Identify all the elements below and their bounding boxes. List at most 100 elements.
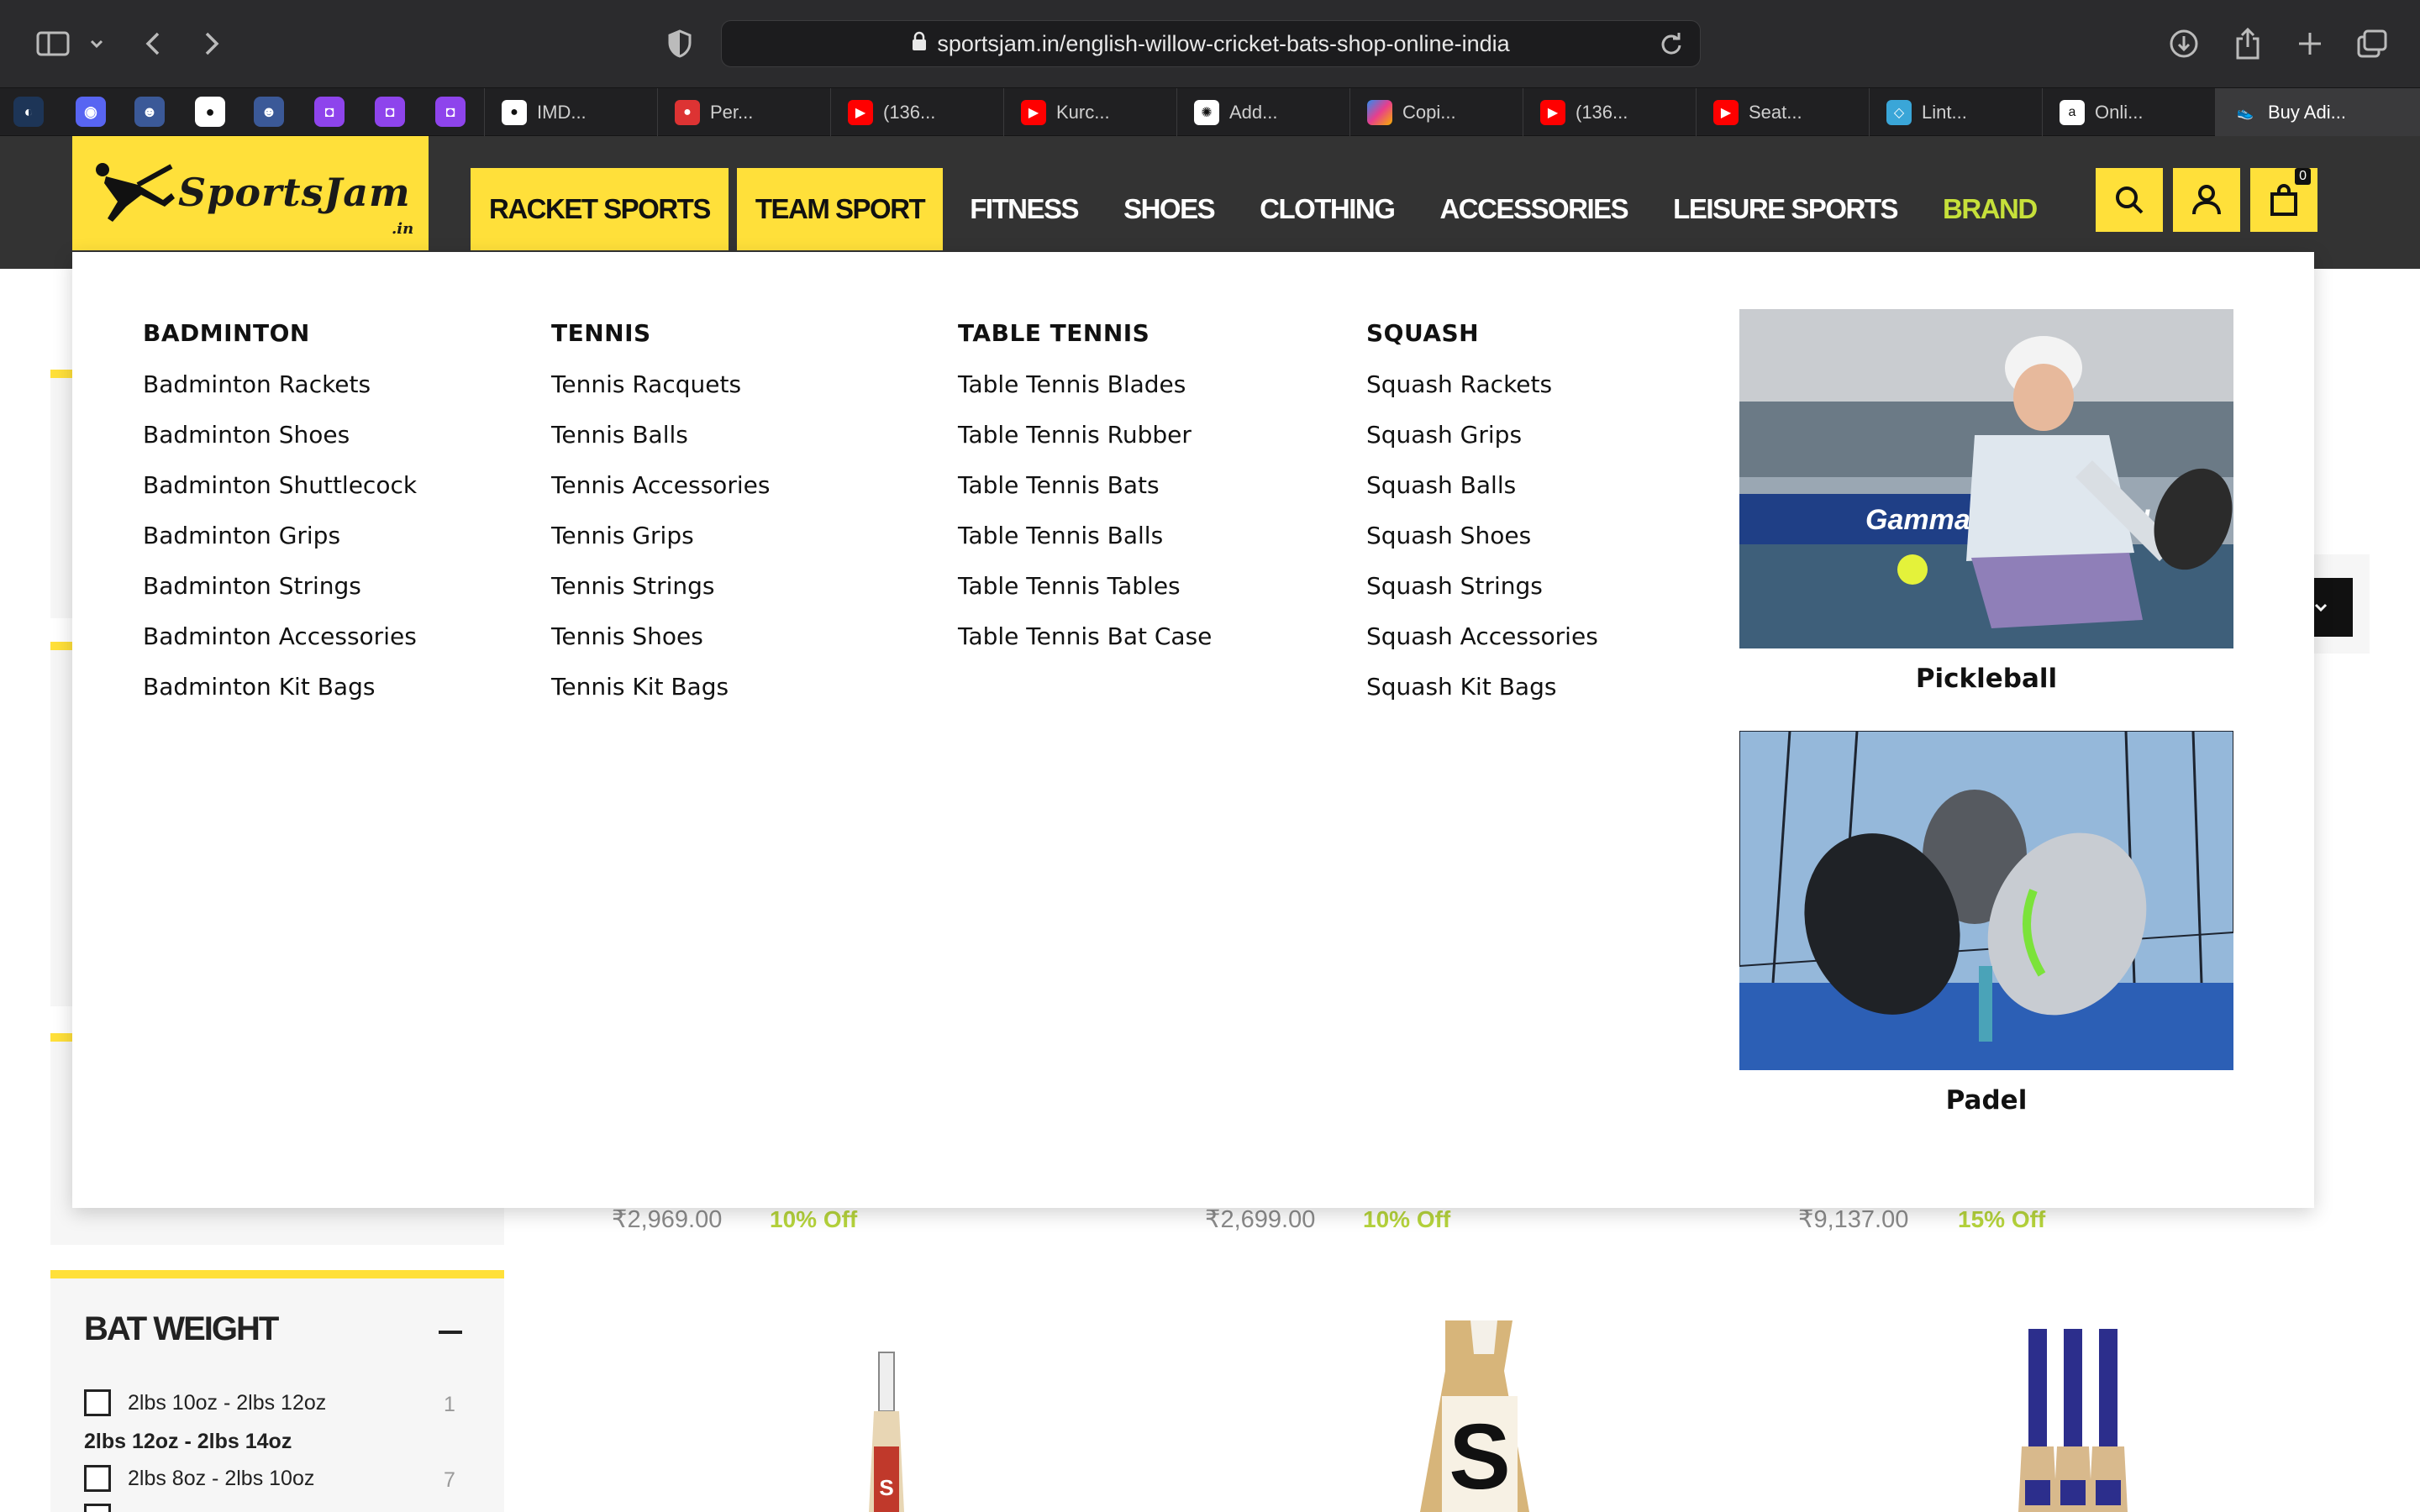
- cart-button[interactable]: 0: [2250, 168, 2317, 232]
- product-image[interactable]: [1870, 1320, 2274, 1512]
- menu-link[interactable]: Badminton Accessories: [143, 622, 417, 672]
- checkbox[interactable]: [84, 1465, 111, 1492]
- pinned-tab-3[interactable]: ☻: [134, 97, 165, 127]
- pinned-tab-7[interactable]: ◘: [375, 97, 405, 127]
- pinned-tab-4[interactable]: ●: [195, 97, 225, 127]
- menu-column-table-tennis: TABLE TENNIS Table Tennis Blades Table T…: [958, 319, 1212, 672]
- menu-link[interactable]: Table Tennis Tables: [958, 571, 1212, 622]
- nav-shoes[interactable]: SHOES: [1105, 168, 1233, 250]
- menu-link[interactable]: Table Tennis Bat Case: [958, 622, 1212, 672]
- browser-tab[interactable]: ● Per...: [657, 88, 830, 137]
- browser-tab[interactable]: ✺ Add...: [1176, 88, 1349, 137]
- menu-link[interactable]: Squash Balls: [1366, 470, 1598, 521]
- site-logo[interactable]: SportsJam .in: [72, 136, 429, 250]
- nav-accessories[interactable]: ACCESSORIES: [1421, 168, 1646, 250]
- collapse-icon[interactable]: [439, 1331, 462, 1334]
- browser-tab[interactable]: ● IMD...: [484, 88, 657, 137]
- menu-link[interactable]: Badminton Shuttlecock: [143, 470, 417, 521]
- menu-link[interactable]: Squash Shoes: [1366, 521, 1598, 571]
- menu-link[interactable]: Squash Kit Bags: [1366, 672, 1598, 722]
- account-button[interactable]: [2173, 168, 2240, 232]
- browser-tab[interactable]: ◇ Lint...: [1869, 88, 2042, 137]
- product-image[interactable]: S: [1277, 1320, 1681, 1512]
- menu-link[interactable]: Squash Strings: [1366, 571, 1598, 622]
- nav-brand[interactable]: BRAND: [1924, 168, 2055, 250]
- pinned-tab-1[interactable]: ◐: [13, 97, 44, 127]
- new-tab-icon[interactable]: [2291, 25, 2329, 62]
- menu-link[interactable]: Tennis Racquets: [551, 370, 770, 420]
- menu-link[interactable]: Tennis Grips: [551, 521, 770, 571]
- menu-heading[interactable]: SQUASH: [1366, 319, 1598, 349]
- filter-count: 1: [444, 1393, 455, 1416]
- filter-option[interactable]: [84, 1504, 128, 1512]
- menu-link[interactable]: Table Tennis Rubber: [958, 420, 1212, 470]
- menu-link[interactable]: Badminton Grips: [143, 521, 417, 571]
- menu-column-tennis: TENNIS Tennis Racquets Tennis Balls Tenn…: [551, 319, 770, 722]
- menu-link[interactable]: Squash Accessories: [1366, 622, 1598, 672]
- sidebar-toggle-icon[interactable]: [32, 25, 74, 62]
- youtube-icon: ▶: [848, 100, 873, 125]
- checkbox[interactable]: [84, 1504, 111, 1512]
- product-discount: 10% Off: [770, 1206, 858, 1232]
- nav-fitness[interactable]: FITNESS: [951, 168, 1097, 250]
- tab-strip: ◐ ◉ ☻ ● ☻ ◘ ◘ ◘ ● IMD... ● Per... ▶ (136...…: [0, 87, 2420, 137]
- menu-link[interactable]: Table Tennis Blades: [958, 370, 1212, 420]
- pinned-tab-8[interactable]: ◘: [435, 97, 466, 127]
- product-image[interactable]: S: [684, 1320, 1087, 1512]
- nav-racket-sports[interactable]: RACKET SPORTS: [471, 168, 729, 250]
- address-bar[interactable]: sportsjam.in/english-willow-cricket-bats…: [721, 20, 1701, 67]
- checkbox[interactable]: [84, 1389, 111, 1416]
- menu-link[interactable]: Tennis Balls: [551, 420, 770, 470]
- browser-tab[interactable]: ▶ Seat...: [1696, 88, 1869, 137]
- pinned-tab-5[interactable]: ☻: [254, 97, 284, 127]
- forward-icon[interactable]: [193, 25, 230, 62]
- pinned-tab-2[interactable]: ◉: [76, 97, 106, 127]
- pickleball-image: Gamma PICKLEBALL: [1739, 309, 2233, 648]
- browser-tab[interactable]: ▶ (136...: [1523, 88, 1696, 137]
- tab-label: Lint...: [1922, 102, 1967, 123]
- share-icon[interactable]: [2228, 25, 2267, 62]
- menu-link[interactable]: Tennis Strings: [551, 571, 770, 622]
- browser-tab[interactable]: ▶ (136...: [830, 88, 1003, 137]
- browser-tab[interactable]: Copi...: [1349, 88, 1523, 137]
- filter-option[interactable]: 2lbs 10oz - 2lbs 12oz: [84, 1389, 326, 1416]
- app-icon: ◘: [324, 102, 334, 120]
- menu-heading[interactable]: TENNIS: [551, 319, 770, 349]
- menu-link[interactable]: Tennis Kit Bags: [551, 672, 770, 722]
- menu-heading[interactable]: BADMINTON: [143, 319, 417, 349]
- browser-tab[interactable]: ▶ Kurc...: [1003, 88, 1176, 137]
- browser-tab[interactable]: a Onli...: [2042, 88, 2215, 137]
- menu-link[interactable]: Badminton Shoes: [143, 420, 417, 470]
- menu-link[interactable]: Badminton Rackets: [143, 370, 417, 420]
- svg-text:S: S: [1449, 1405, 1510, 1509]
- app-icon: ◘: [385, 102, 395, 120]
- github-icon: ●: [502, 100, 527, 125]
- menu-heading[interactable]: TABLE TENNIS: [958, 319, 1212, 349]
- menu-link[interactable]: Badminton Strings: [143, 571, 417, 622]
- menu-link[interactable]: Table Tennis Bats: [958, 470, 1212, 521]
- menu-link[interactable]: Squash Rackets: [1366, 370, 1598, 420]
- nav-leisure-sports[interactable]: LEISURE SPORTS: [1655, 168, 1916, 250]
- menu-link[interactable]: Tennis Shoes: [551, 622, 770, 672]
- menu-link[interactable]: Table Tennis Balls: [958, 521, 1212, 571]
- pickleball-promo[interactable]: Gamma PICKLEBALL Pickleball: [1739, 309, 2233, 694]
- menu-link[interactable]: Squash Grips: [1366, 420, 1598, 470]
- tab-overview-icon[interactable]: [2353, 25, 2391, 62]
- browser-tab-active[interactable]: 👟 Buy Adi...: [2215, 88, 2420, 137]
- downloads-icon[interactable]: [2165, 25, 2203, 62]
- chevron-down-icon[interactable]: [84, 25, 109, 62]
- pinned-tab-6[interactable]: ◘: [314, 97, 345, 127]
- nav-team-sport[interactable]: TEAM SPORT: [736, 168, 944, 250]
- filter-option[interactable]: 2lbs 8oz - 2lbs 10oz: [84, 1465, 314, 1492]
- reload-icon[interactable]: [1660, 31, 1683, 62]
- tab-label: Copi...: [1402, 102, 1456, 123]
- nav-clothing[interactable]: CLOTHING: [1241, 168, 1413, 250]
- menu-link[interactable]: Badminton Kit Bags: [143, 672, 417, 722]
- privacy-shield-icon[interactable]: [660, 25, 699, 62]
- menu-link[interactable]: Tennis Accessories: [551, 470, 770, 521]
- padel-promo[interactable]: Padel: [1739, 731, 2233, 1116]
- search-button[interactable]: [2096, 168, 2163, 232]
- openai-icon: ✺: [1194, 100, 1219, 125]
- github-icon: ●: [205, 102, 215, 120]
- back-icon[interactable]: [134, 25, 171, 62]
